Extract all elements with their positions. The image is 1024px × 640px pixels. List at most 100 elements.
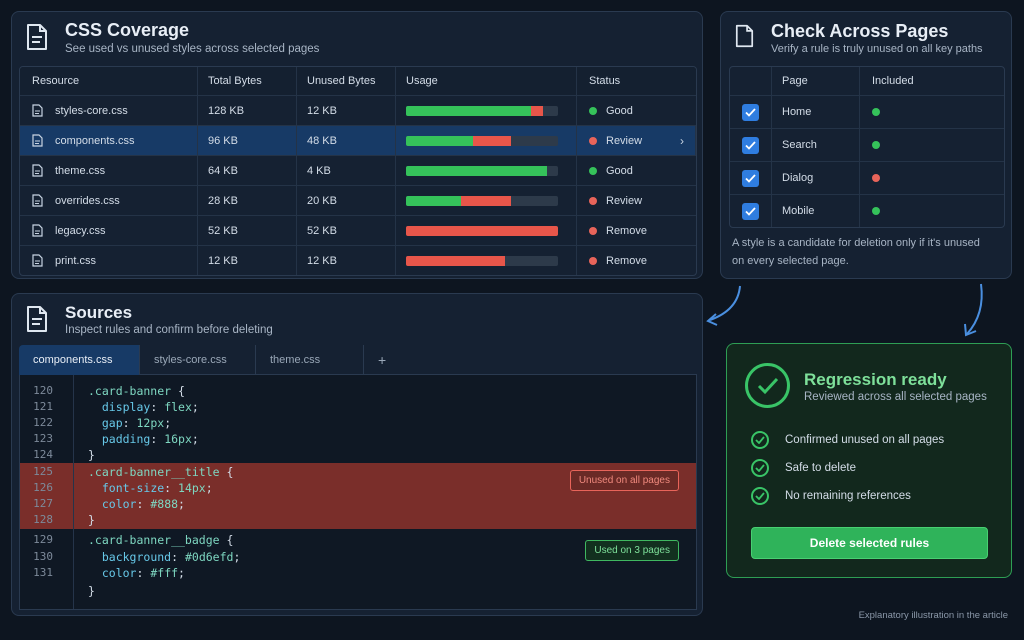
table-row[interactable]: styles-core.css 128 KB 12 KB Good — [20, 95, 696, 125]
checklist-item: Safe to delete — [751, 459, 856, 477]
total-bytes-cell: 96 KB — [198, 126, 297, 155]
status-label: Review — [606, 194, 643, 207]
tab-components-css[interactable]: components.css — [19, 345, 140, 375]
line-number: 124 — [33, 448, 53, 461]
total-bytes-cell: 28 KB — [198, 186, 297, 215]
table-row[interactable]: theme.css 64 KB 4 KB Good — [20, 155, 696, 185]
delete-selected-rules-button[interactable]: Delete selected rules — [751, 527, 988, 559]
code-line: } — [20, 584, 696, 600]
status-dot — [589, 256, 597, 265]
sources-subtitle: Inspect rules and confirm before deletin… — [65, 324, 273, 336]
arrow-icon — [706, 285, 741, 326]
tab-styles-core-css[interactable]: styles-core.css — [140, 345, 256, 375]
column-included: Included — [872, 75, 914, 87]
status-cell: Remove — [577, 216, 696, 245]
table-row: Home — [730, 95, 1004, 128]
deletion-note: A style is a candidate for deletion only… — [732, 237, 980, 267]
file-icon — [32, 194, 43, 207]
code-text: color: #fff; — [101, 566, 185, 580]
code-text: gap: 12px; — [101, 416, 172, 430]
unused-segment — [406, 225, 558, 236]
table-row[interactable]: overrides.css 28 KB 20 KB Review — [20, 185, 696, 215]
unused-bytes-cell: 4 KB — [297, 156, 396, 185]
unused-bytes-cell: 52 KB — [297, 216, 396, 245]
page-checkbox[interactable] — [742, 103, 759, 121]
check-circle-icon — [751, 487, 769, 505]
code-text: font-size: 14px; — [101, 481, 213, 495]
usage-bar — [406, 165, 558, 176]
total-bytes-cell: 12 KB — [198, 246, 297, 275]
css-coverage-panel: CSS Coverage See used vs unused styles a… — [11, 11, 703, 279]
pages-table: Page Included Home Search Dialog Mobile — [729, 66, 1005, 228]
resource-cell: theme.css — [20, 156, 198, 185]
coverage-table: Resource Total Bytes Unused Bytes Usage … — [19, 66, 697, 276]
line-number: 125 — [33, 465, 53, 478]
column-status[interactable]: Status — [577, 67, 696, 95]
pages-title: Check Across Pages — [771, 21, 949, 41]
status-label: Remove — [606, 254, 647, 267]
code-text: } — [88, 513, 95, 527]
document-icon — [735, 24, 754, 48]
line-number: 128 — [33, 513, 53, 526]
resource-cell: styles-core.css — [20, 96, 198, 125]
column-resource[interactable]: Resource — [20, 67, 198, 95]
check-circle-icon — [751, 431, 769, 449]
status-cell: Review — [577, 126, 696, 155]
column-unused-bytes[interactable]: Unused Bytes — [297, 67, 396, 95]
select-cell — [730, 195, 772, 227]
resource-name: print.css — [55, 254, 96, 267]
table-row[interactable]: components.css 96 KB 48 KB Review › — [20, 125, 696, 155]
line-number: 129 — [33, 533, 53, 546]
line-number: 123 — [33, 432, 53, 445]
total-bytes-cell: 128 KB — [198, 96, 297, 125]
code-text: .card-banner { — [88, 384, 185, 398]
usage-cell — [396, 186, 577, 215]
resource-cell: print.css — [20, 246, 198, 275]
line-number: 131 — [33, 566, 53, 579]
resource-name: overrides.css — [55, 194, 120, 207]
regression-panel: Regression ready Reviewed across all sel… — [726, 343, 1012, 578]
footer-caption: Explanatory illustration in the article — [858, 610, 1008, 621]
code-line: 122 gap: 12px; — [20, 416, 696, 432]
column-total-bytes[interactable]: Total Bytes — [198, 67, 297, 95]
resource-name: legacy.css — [55, 224, 106, 237]
select-cell — [730, 96, 772, 128]
tab-theme-css[interactable]: theme.css — [256, 345, 364, 375]
total-bytes-cell: 52 KB — [198, 216, 297, 245]
status-cell: Review — [577, 186, 696, 215]
file-icon — [32, 224, 43, 237]
page-checkbox[interactable] — [742, 136, 759, 154]
page-checkbox[interactable] — [742, 169, 759, 187]
code-line: 120 .card-banner { — [20, 384, 696, 400]
file-icon — [32, 104, 43, 117]
add-tab-button[interactable]: + — [364, 345, 400, 375]
column-select — [730, 67, 772, 95]
status-dot — [589, 106, 597, 115]
checklist-item: Confirmed unused on all pages — [751, 431, 944, 449]
included-dot — [872, 207, 880, 215]
table-row[interactable]: print.css 12 KB 12 KB Remove — [20, 245, 696, 275]
included-dot — [872, 108, 880, 116]
resource-name: components.css — [55, 134, 135, 147]
used-segment — [406, 105, 531, 116]
file-icon — [32, 134, 43, 147]
status-cell: Good — [577, 156, 696, 185]
checklist-label: Safe to delete — [785, 462, 856, 474]
chevron-right-icon[interactable]: › — [680, 134, 684, 148]
line-number: 130 — [33, 550, 53, 563]
code-text: color: #888; — [101, 497, 185, 511]
page-name: Mobile — [772, 195, 860, 227]
table-row[interactable]: legacy.css 52 KB 52 KB Remove — [20, 215, 696, 245]
checklist-label: Confirmed unused on all pages — [785, 434, 945, 446]
code-editor[interactable]: 120 .card-banner {121 display: flex; 122 g… — [19, 375, 697, 610]
code-text: .card-banner__title { — [88, 465, 234, 479]
column-usage[interactable]: Usage — [396, 67, 577, 95]
usage-bar — [406, 105, 558, 116]
page-checkbox[interactable] — [742, 202, 759, 220]
select-cell — [730, 129, 772, 161]
used-segment — [406, 165, 548, 176]
code-line: 121 display: flex; — [20, 400, 696, 416]
status-label: Good — [606, 104, 633, 117]
check-circle-icon — [745, 363, 790, 408]
used-segment — [406, 195, 461, 206]
